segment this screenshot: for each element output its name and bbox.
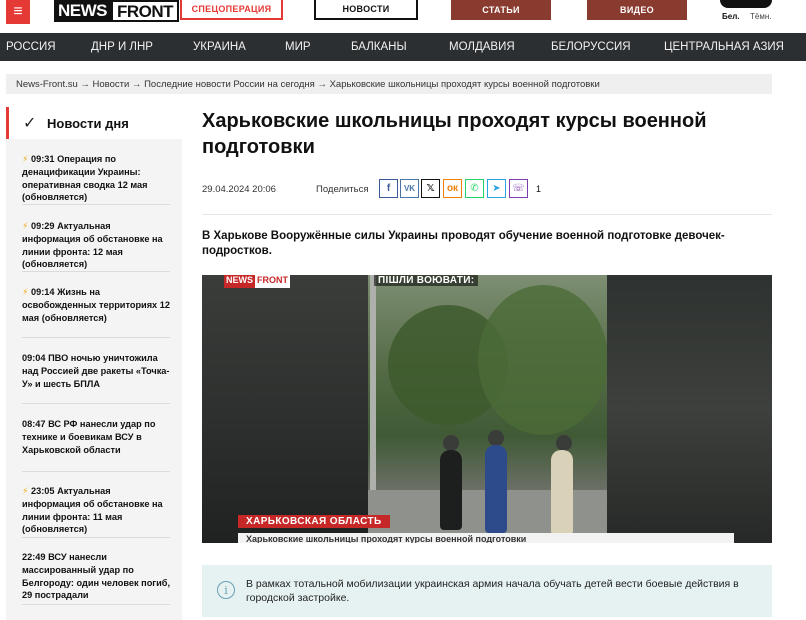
nav-item-dnr-lnr[interactable]: ДНР И ЛНР [91,41,153,53]
x-share-icon[interactable]: 𝕏 [421,179,440,198]
nav-item-moldova[interactable]: МОЛДАВИЯ [449,41,515,53]
news-time: 09:31 [31,154,55,164]
sidebar-news-item[interactable]: ⚡ 23:05 Актуальная информация об обстано… [22,485,170,536]
news-time: 09:14 [31,287,55,297]
sidebar-news-item[interactable]: ⚡ 09:31 Операция по денацификации Украин… [22,153,170,204]
vk-share-icon[interactable]: VK [400,179,419,198]
info-icon: i [217,581,235,599]
check-icon: ✓ [23,115,37,132]
video-region-caption: ХАРЬКОВСКАЯ ОБЛАСТЬ [238,515,390,528]
video-figure [551,450,573,535]
video-top-caption: ПІШЛИ ВОЮВАТИ: [374,275,479,286]
video-channel-logo: NEWS FRONT [224,275,290,288]
info-text: В рамках тотальной мобилизации украинска… [246,578,739,604]
divider [22,271,170,272]
divider [22,204,170,205]
sidebar-news-item[interactable]: 08:47 ВС РФ нанесли удар по технике и бо… [22,418,170,456]
divider [22,471,170,472]
facebook-share-icon[interactable]: f [379,179,398,198]
theme-toggle[interactable] [720,0,772,8]
info-box: i В рамках тотальной мобилизации украинс… [202,565,772,617]
articles-button[interactable]: СТАТЬИ [451,0,551,20]
top-header: ≡ NEWS FRONT СПЕЦОПЕРАЦИЯ НОВОСТИ СТАТЬИ… [0,0,806,32]
odnoklassniki-share-icon[interactable]: ок [443,179,462,198]
spec-operation-button[interactable]: СПЕЦОПЕРАЦИЯ [180,0,283,20]
divider [202,214,772,215]
sidebar-news-of-day: ✓ Новости дня ⚡ 09:31 Операция по денаци… [6,107,182,620]
lightning-icon: ⚡ [22,287,29,297]
share-label: Поделиться [316,184,369,195]
news-time: 08:47 [22,419,46,429]
divider [22,604,170,605]
nav-item-belarus[interactable]: БЕЛОРУССИЯ [551,41,631,53]
video-logo-front: FRONT [255,275,290,288]
video-button[interactable]: ВИДЕО [587,0,687,20]
divider [22,403,170,404]
sidebar-news-item[interactable]: ⚡ 09:29 Актуальная информация об обстано… [22,220,170,271]
video-figure [485,445,507,533]
breadcrumb[interactable]: News-Front.su → Новости → Последние ново… [6,74,772,94]
sidebar-title: Новости дня [47,116,129,131]
divider [22,537,170,538]
news-time: 22:49 [22,552,46,562]
lightning-icon: ⚡ [22,221,29,231]
share-count: 1 [536,184,542,194]
video-figure-head [443,435,459,451]
nav-item-russia[interactable]: РОССИЯ [6,41,56,53]
nav-item-balkans[interactable]: БАЛКАНЫ [351,41,407,53]
article-lead: В Харькове Вооружённые силы Украины пров… [202,230,725,257]
video-frame [368,275,608,543]
main-nav: РОССИЯ ДНР И ЛНР УКРАИНА МИР БАЛКАНЫ МОЛ… [0,33,806,61]
telegram-share-icon[interactable]: ➤ [487,179,506,198]
article-title: Харьковские школьницы проходят курсы вое… [202,110,707,158]
article-date: 29.04.2024 20:06 [202,184,276,195]
lang-bel-link[interactable]: Бел. [722,12,740,21]
logo-news-text: NEWS [54,0,111,22]
video-figure-head [488,430,504,446]
video-figure-head [556,435,572,451]
site-logo[interactable]: NEWS FRONT [54,0,180,22]
logo-front-text: FRONT [111,0,180,22]
viber-share-icon[interactable]: ☏ [509,179,528,198]
nav-item-central-asia[interactable]: ЦЕНТРАЛЬНАЯ АЗИЯ [664,41,784,53]
sidebar-news-item[interactable]: ⚡ 09:14 Жизнь на освобожденных территори… [22,286,170,324]
lightning-icon: ⚡ [22,486,29,496]
news-time: 09:04 [22,353,46,363]
nav-item-world[interactable]: МИР [285,41,311,53]
lightning-icon: ⚡ [22,154,29,164]
video-blur-right [607,275,772,543]
video-blur-left [202,275,368,543]
article-video[interactable]: NEWS FRONT ПІШЛИ ВОЮВАТИ: ХАРЬКОВСКАЯ ОБ… [202,275,772,543]
divider [22,337,170,338]
sidebar-news-item[interactable]: 09:04 ПВО ночью уничтожила над Россией д… [22,352,170,390]
video-ticker: Харьковские школьницы проходят курсы вое… [238,533,734,543]
hamburger-icon[interactable]: ≡ [6,0,30,24]
sidebar-news-item[interactable]: 22:49 ВСУ нанесли массированный удар по … [22,551,170,602]
sidebar-header[interactable]: ✓ Новости дня [6,107,182,139]
theme-dark-link[interactable]: Тёмн. [750,12,771,21]
nav-item-ukraine[interactable]: УКРАИНА [193,41,246,53]
video-logo-news: NEWS [224,275,255,288]
news-time: 09:29 [31,221,55,231]
video-tree [478,285,608,435]
news-time: 23:05 [31,486,55,496]
news-button[interactable]: НОВОСТИ [314,0,418,20]
video-figure [440,450,462,530]
whatsapp-share-icon[interactable]: ✆ [465,179,484,198]
